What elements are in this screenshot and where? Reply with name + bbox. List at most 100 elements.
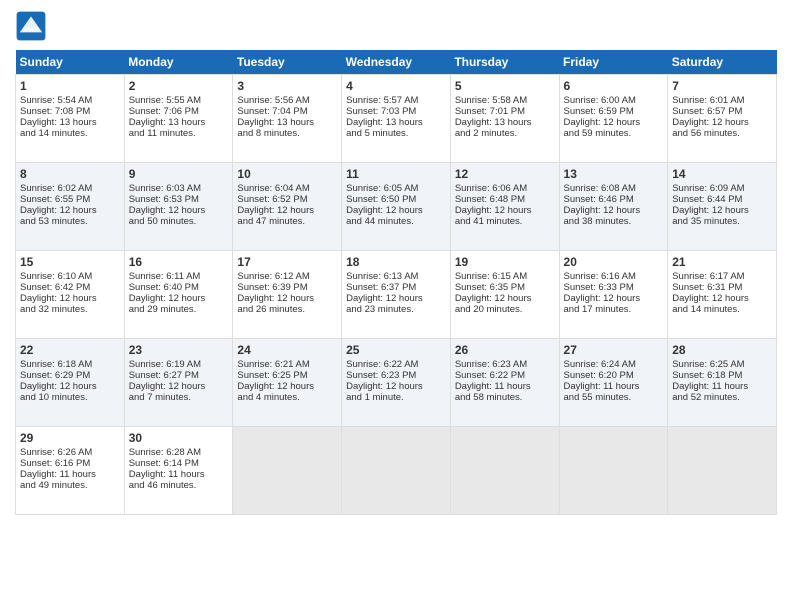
day-info: Sunset: 6:20 PM [564, 370, 664, 381]
calendar-cell [668, 427, 777, 515]
calendar-cell: 6Sunrise: 6:00 AMSunset: 6:59 PMDaylight… [559, 75, 668, 163]
day-info: Sunset: 6:18 PM [672, 370, 772, 381]
calendar-cell: 3Sunrise: 5:56 AMSunset: 7:04 PMDaylight… [233, 75, 342, 163]
day-info: and 44 minutes. [346, 216, 446, 227]
header-row: Sunday Monday Tuesday Wednesday Thursday… [16, 50, 777, 75]
day-number: 3 [237, 79, 337, 93]
day-number: 27 [564, 343, 664, 357]
day-info: and 59 minutes. [564, 128, 664, 139]
calendar-week-2: 8Sunrise: 6:02 AMSunset: 6:55 PMDaylight… [16, 163, 777, 251]
day-info: Sunset: 6:23 PM [346, 370, 446, 381]
day-info: and 56 minutes. [672, 128, 772, 139]
day-info: Sunset: 6:55 PM [20, 194, 120, 205]
day-info: and 32 minutes. [20, 304, 120, 315]
day-info: and 46 minutes. [129, 480, 229, 491]
calendar-cell: 23Sunrise: 6:19 AMSunset: 6:27 PMDayligh… [124, 339, 233, 427]
day-info: and 2 minutes. [455, 128, 555, 139]
day-info: Daylight: 13 hours [237, 117, 337, 128]
day-info: Sunrise: 6:01 AM [672, 95, 772, 106]
day-info: Sunset: 6:29 PM [20, 370, 120, 381]
col-monday: Monday [124, 50, 233, 75]
calendar-cell: 24Sunrise: 6:21 AMSunset: 6:25 PMDayligh… [233, 339, 342, 427]
calendar-cell [233, 427, 342, 515]
day-info: Sunset: 6:48 PM [455, 194, 555, 205]
day-info: and 23 minutes. [346, 304, 446, 315]
calendar-cell: 9Sunrise: 6:03 AMSunset: 6:53 PMDaylight… [124, 163, 233, 251]
day-number: 4 [346, 79, 446, 93]
day-number: 10 [237, 167, 337, 181]
day-info: Sunrise: 6:03 AM [129, 183, 229, 194]
day-info: and 55 minutes. [564, 392, 664, 403]
day-number: 13 [564, 167, 664, 181]
day-info: Daylight: 12 hours [672, 117, 772, 128]
col-wednesday: Wednesday [342, 50, 451, 75]
day-number: 11 [346, 167, 446, 181]
day-info: Sunset: 6:37 PM [346, 282, 446, 293]
day-info: Daylight: 12 hours [20, 381, 120, 392]
day-info: and 5 minutes. [346, 128, 446, 139]
day-info: Sunset: 7:06 PM [129, 106, 229, 117]
day-info: Daylight: 12 hours [237, 381, 337, 392]
day-info: Sunrise: 6:10 AM [20, 271, 120, 282]
day-info: Sunrise: 5:54 AM [20, 95, 120, 106]
day-info: Sunrise: 6:15 AM [455, 271, 555, 282]
day-info: Daylight: 11 hours [455, 381, 555, 392]
day-info: Sunrise: 6:21 AM [237, 359, 337, 370]
header [15, 10, 777, 42]
day-info: and 11 minutes. [129, 128, 229, 139]
calendar-cell: 11Sunrise: 6:05 AMSunset: 6:50 PMDayligh… [342, 163, 451, 251]
calendar-cell: 8Sunrise: 6:02 AMSunset: 6:55 PMDaylight… [16, 163, 125, 251]
day-info: and 38 minutes. [564, 216, 664, 227]
logo [15, 10, 51, 42]
day-info: and 58 minutes. [455, 392, 555, 403]
day-info: and 52 minutes. [672, 392, 772, 403]
calendar-cell [450, 427, 559, 515]
day-info: Daylight: 12 hours [564, 117, 664, 128]
calendar-cell: 10Sunrise: 6:04 AMSunset: 6:52 PMDayligh… [233, 163, 342, 251]
day-info: Sunrise: 6:18 AM [20, 359, 120, 370]
day-info: Sunrise: 6:13 AM [346, 271, 446, 282]
day-number: 8 [20, 167, 120, 181]
calendar-cell: 15Sunrise: 6:10 AMSunset: 6:42 PMDayligh… [16, 251, 125, 339]
day-number: 23 [129, 343, 229, 357]
day-info: Sunrise: 5:57 AM [346, 95, 446, 106]
day-info: Daylight: 12 hours [455, 293, 555, 304]
calendar-cell: 26Sunrise: 6:23 AMSunset: 6:22 PMDayligh… [450, 339, 559, 427]
day-info: Sunrise: 6:25 AM [672, 359, 772, 370]
day-info: Sunrise: 6:06 AM [455, 183, 555, 194]
day-info: Sunrise: 6:08 AM [564, 183, 664, 194]
day-info: Sunset: 6:39 PM [237, 282, 337, 293]
calendar-cell: 14Sunrise: 6:09 AMSunset: 6:44 PMDayligh… [668, 163, 777, 251]
day-info: Sunset: 7:01 PM [455, 106, 555, 117]
day-info: Sunrise: 6:28 AM [129, 447, 229, 458]
day-info: Sunrise: 6:04 AM [237, 183, 337, 194]
col-sunday: Sunday [16, 50, 125, 75]
day-info: and 26 minutes. [237, 304, 337, 315]
calendar-week-3: 15Sunrise: 6:10 AMSunset: 6:42 PMDayligh… [16, 251, 777, 339]
calendar-cell: 20Sunrise: 6:16 AMSunset: 6:33 PMDayligh… [559, 251, 668, 339]
day-number: 15 [20, 255, 120, 269]
day-info: Daylight: 12 hours [237, 293, 337, 304]
day-info: and 1 minute. [346, 392, 446, 403]
day-number: 16 [129, 255, 229, 269]
calendar-cell: 18Sunrise: 6:13 AMSunset: 6:37 PMDayligh… [342, 251, 451, 339]
day-info: Daylight: 12 hours [346, 293, 446, 304]
day-number: 14 [672, 167, 772, 181]
day-number: 21 [672, 255, 772, 269]
calendar-cell: 4Sunrise: 5:57 AMSunset: 7:03 PMDaylight… [342, 75, 451, 163]
day-info: Sunset: 6:50 PM [346, 194, 446, 205]
calendar-cell: 27Sunrise: 6:24 AMSunset: 6:20 PMDayligh… [559, 339, 668, 427]
day-info: Sunrise: 6:24 AM [564, 359, 664, 370]
day-info: Sunset: 6:40 PM [129, 282, 229, 293]
day-info: Sunset: 6:35 PM [455, 282, 555, 293]
page-container: Sunday Monday Tuesday Wednesday Thursday… [0, 0, 792, 525]
day-number: 9 [129, 167, 229, 181]
day-info: Sunrise: 6:26 AM [20, 447, 120, 458]
day-info: and 29 minutes. [129, 304, 229, 315]
day-info: Daylight: 13 hours [20, 117, 120, 128]
day-info: Sunrise: 5:55 AM [129, 95, 229, 106]
calendar-cell: 5Sunrise: 5:58 AMSunset: 7:01 PMDaylight… [450, 75, 559, 163]
day-info: and 53 minutes. [20, 216, 120, 227]
day-info: and 8 minutes. [237, 128, 337, 139]
day-info: and 4 minutes. [237, 392, 337, 403]
